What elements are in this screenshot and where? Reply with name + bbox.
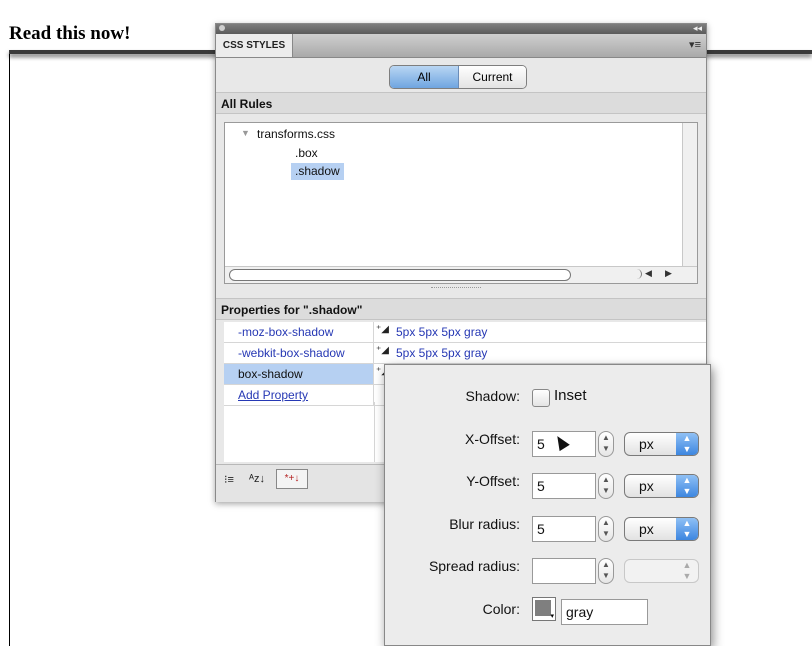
tab-current[interactable]: Current [459, 66, 526, 88]
box-shadow-popup: Shadow: Inset X-Offset: 5 ▲ ▼ px ▲ ▼ Y-Off… [384, 364, 711, 646]
table-row[interactable]: -moz-box-shadow ⁺◢ 5px 5px 5px gray [224, 322, 706, 343]
select-arrows-icon: ▲ ▼ [682, 560, 692, 581]
alphabetical-view-icon[interactable]: ᴬz↓ [249, 473, 265, 485]
spread-radius-input[interactable] [532, 558, 596, 584]
y-offset-label: Y-Offset: [466, 473, 520, 489]
select-arrows-icon: ▲ ▼ [676, 475, 698, 497]
edit-property-icon[interactable]: ⁺◢ [376, 345, 389, 356]
property-value[interactable]: 5px 5px 5px gray [396, 322, 487, 342]
scroll-right-icon[interactable]: ▶ [665, 268, 672, 279]
blur-radius-unit-select[interactable]: px ▲ ▼ [624, 517, 699, 541]
rule-file[interactable]: transforms.css [257, 126, 335, 143]
property-name[interactable]: box-shadow [224, 364, 374, 384]
spread-radius-stepper[interactable]: ▲ ▼ [598, 558, 614, 584]
spread-radius-label: Spread radius: [428, 558, 520, 574]
collapse-icon[interactable]: ◂◂ [693, 23, 702, 34]
panel-menu-icon[interactable]: ▾≡ [689, 38, 701, 51]
tab-css-styles[interactable]: CSS STYLES [216, 34, 293, 57]
color-swatch-fill [535, 600, 551, 616]
show-set-properties-button[interactable]: *+↓ [276, 469, 308, 489]
scroll-left-icon[interactable]: ◀ [645, 268, 652, 279]
rule-item-shadow[interactable]: .shadow [291, 163, 344, 180]
scrollbar-track-end [633, 269, 642, 279]
page-heading: Read this now! [9, 23, 131, 44]
blur-radius-stepper[interactable]: ▲ ▼ [598, 516, 614, 542]
vertical-scrollbar[interactable] [682, 123, 697, 283]
spread-radius-unit-select[interactable]: ▲ ▼ [624, 559, 699, 583]
panel-titlebar[interactable]: ◂◂ [216, 23, 706, 34]
x-offset-label: X-Offset: [465, 431, 520, 447]
category-view-icon[interactable]: ⁝≡ [224, 473, 234, 486]
rules-header: All Rules [216, 92, 706, 114]
table-row[interactable]: -webkit-box-shadow ⁺◢ 5px 5px 5px gray [224, 343, 706, 364]
scrollbar-thumb[interactable] [229, 269, 571, 281]
unit-label: px [639, 478, 654, 494]
y-offset-stepper[interactable]: ▲ ▼ [598, 473, 614, 499]
x-offset-stepper[interactable]: ▲ ▼ [598, 431, 614, 457]
unit-label: px [639, 436, 654, 452]
blur-radius-label: Blur radius: [449, 516, 520, 532]
close-icon[interactable] [219, 25, 225, 31]
disclosure-triangle-icon[interactable]: ▼ [241, 128, 250, 138]
add-property-link[interactable]: Add Property [224, 385, 374, 405]
column-divider [374, 402, 375, 462]
horizontal-scrollbar[interactable]: ◀ ▶ [225, 266, 697, 283]
property-name[interactable]: -webkit-box-shadow [224, 343, 374, 363]
inset-checkbox[interactable] [532, 389, 550, 407]
select-arrows-icon: ▲ ▼ [676, 518, 698, 540]
property-value[interactable]: 5px 5px 5px gray [396, 343, 487, 363]
x-offset-unit-select[interactable]: px ▲ ▼ [624, 432, 699, 456]
blur-radius-input[interactable]: 5 [532, 516, 596, 542]
unit-label: px [639, 521, 654, 537]
chevron-down-icon: ▾ [550, 613, 554, 620]
inset-label: Inset [554, 387, 587, 404]
color-label: Color: [482, 601, 520, 617]
select-arrows-icon: ▲ ▼ [676, 433, 698, 455]
shadow-label: Shadow: [465, 388, 520, 404]
color-input[interactable]: gray [561, 599, 648, 625]
mode-switch: All Current [389, 65, 527, 89]
pane-divider-grip[interactable] [431, 287, 481, 289]
panel-tabstrip: CSS STYLES ▾≡ [216, 34, 706, 58]
y-offset-input[interactable]: 5 [532, 473, 596, 499]
page-left-border [9, 54, 10, 646]
color-swatch-button[interactable]: ▾ [532, 597, 556, 621]
properties-header: Properties for ".shadow" [216, 298, 706, 320]
property-name[interactable]: -moz-box-shadow [224, 322, 374, 342]
rules-tree: ▼ transforms.css .box .shadow ◀ ▶ [224, 122, 698, 284]
y-offset-unit-select[interactable]: px ▲ ▼ [624, 474, 699, 498]
tab-all[interactable]: All [390, 66, 459, 88]
edit-property-icon[interactable]: ⁺◢ [376, 324, 389, 335]
rule-item-box[interactable]: .box [295, 145, 318, 162]
